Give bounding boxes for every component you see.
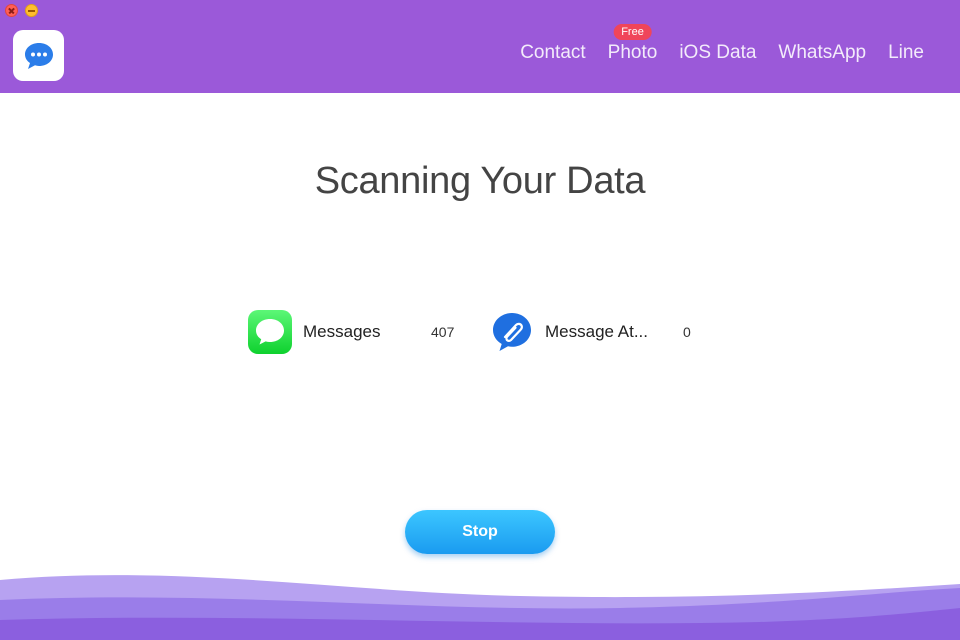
nav-ios-data-label: iOS Data <box>679 42 757 63</box>
nav-photo-label: Photo <box>607 42 658 63</box>
nav-line[interactable]: Line <box>888 42 924 64</box>
scan-item-attachments: Message At... <box>490 309 648 355</box>
page-title: Scanning Your Data <box>314 160 646 202</box>
nav-contact[interactable]: Contact <box>520 42 585 64</box>
messages-label: Messages <box>303 322 381 341</box>
scan-results: Messages 407 Message At... 0 <box>0 309 960 355</box>
attachments-count: 0 <box>683 324 691 340</box>
nav-ios-data[interactable]: iOS Data <box>679 42 756 64</box>
app-logo <box>13 30 64 81</box>
free-badge: Free <box>613 24 652 40</box>
window-controls <box>5 4 38 17</box>
nav-line-label: Line <box>888 42 924 63</box>
messages-count: 407 <box>431 324 455 340</box>
close-icon[interactable] <box>5 4 18 17</box>
header-bar: Contact Free Photo iOS Data WhatsApp Lin… <box>0 0 960 93</box>
attachments-label: Message At... <box>545 322 648 341</box>
scan-item-messages: Messages <box>248 309 380 355</box>
nav-whatsapp-label: WhatsApp <box>778 42 867 63</box>
top-nav: Contact Free Photo iOS Data WhatsApp Lin… <box>520 24 924 64</box>
messages-icon <box>248 310 292 354</box>
decorative-wave <box>0 575 960 640</box>
nav-photo[interactable]: Free Photo <box>607 24 658 64</box>
nav-whatsapp[interactable]: WhatsApp <box>778 42 866 64</box>
chat-bubble-icon <box>24 42 53 69</box>
attachment-icon <box>493 313 531 351</box>
stop-button[interactable]: Stop <box>405 510 555 554</box>
nav-contact-label: Contact <box>520 42 586 63</box>
minimize-icon[interactable] <box>25 4 38 17</box>
